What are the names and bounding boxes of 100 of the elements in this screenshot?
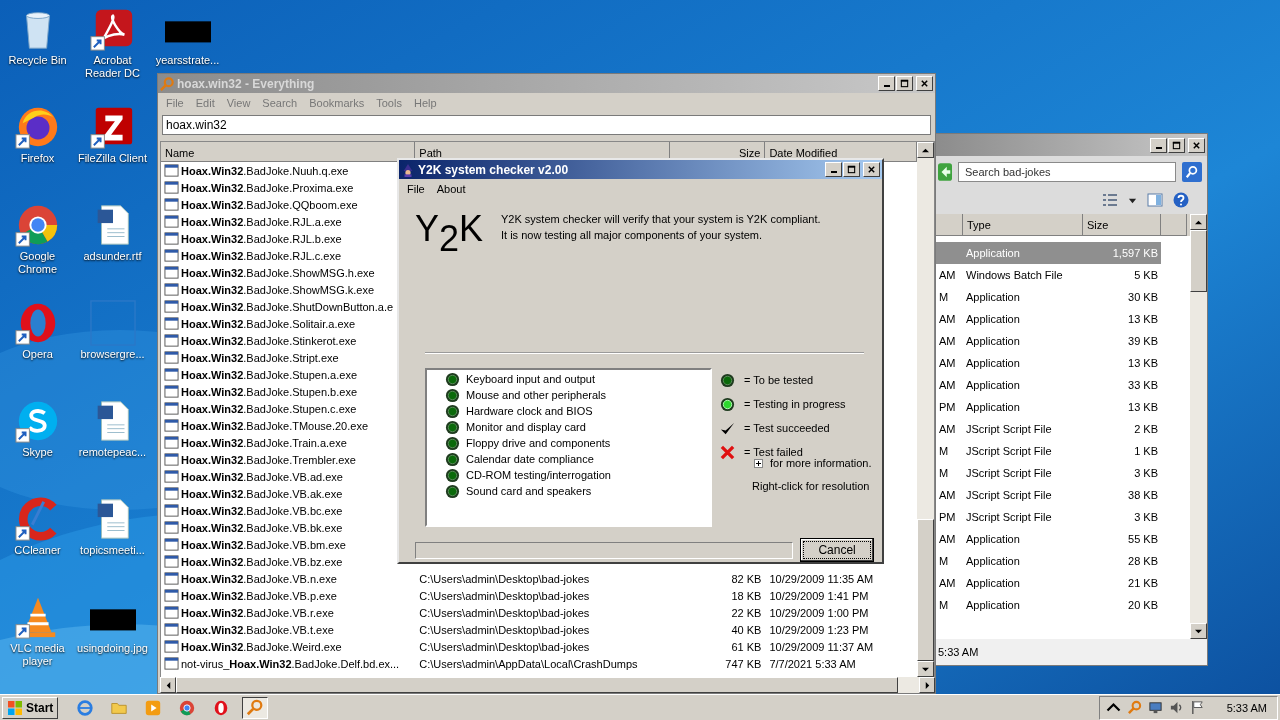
table-cell: C:\Users\admin\Desktop\bad-jokes — [419, 640, 590, 653]
desktop-icon-label[interactable]: topicsmeeti... — [80, 544, 145, 557]
file-name[interactable]: Hoax.Win32.BadJoke.Stupen.a.exe — [181, 368, 357, 381]
file-name[interactable]: Hoax.Win32.BadJoke.Weird.exe — [181, 640, 342, 653]
test-item[interactable]: Hardware clock and BIOS — [466, 405, 593, 417]
menu-item[interactable]: File — [401, 183, 431, 195]
file-row[interactable]: AM Windows Batch File 5 KB — [936, 264, 1161, 286]
column-header[interactable]: Size — [1083, 214, 1161, 236]
file-name[interactable]: Hoax.Win32.BadJoke.Trembler.exe — [181, 453, 356, 466]
desktop-icon-label[interactable]: adsunder.rtf — [83, 250, 142, 263]
file-row[interactable]: AM Application 39 KB — [936, 330, 1161, 352]
file-name[interactable]: Hoax.Win32.BadJoke.VB.bm.exe — [181, 538, 346, 551]
test-list[interactable] — [425, 368, 712, 527]
description-text: It is now testing all major components of your system. — [501, 229, 764, 241]
start-button[interactable]: Start — [2, 696, 59, 719]
maximize-button[interactable] — [843, 162, 860, 177]
scroll-arrow-icon[interactable] — [1195, 218, 1202, 226]
test-item[interactable]: Calendar date compliance — [466, 453, 594, 465]
file-name[interactable]: Hoax.Win32.BadJoke.ShowMSG.h.exe — [181, 266, 375, 279]
back-arrow-icon[interactable] — [938, 163, 952, 181]
scrollbar[interactable] — [917, 142, 934, 677]
help-icon[interactable] — [1173, 192, 1189, 208]
file-name[interactable]: Hoax.Win32.BadJoke.Stupen.c.exe — [181, 402, 357, 415]
search-button[interactable] — [1182, 162, 1202, 182]
file-row[interactable]: AM Application 21 KB — [936, 572, 1161, 594]
file-name[interactable]: Hoax.Win32.BadJoke.Train.a.exe — [181, 436, 347, 449]
file-name[interactable]: Hoax.Win32.BadJoke.VB.bc.exe — [181, 504, 343, 517]
file-row[interactable]: M Application 20 KB — [936, 594, 1161, 616]
file-name[interactable]: Hoax.Win32.BadJoke.VB.bz.exe — [181, 555, 343, 568]
file-row[interactable]: PM JScript Script File 3 KB — [936, 506, 1161, 528]
file-name[interactable]: Hoax.Win32.BadJoke.Stript.exe — [181, 351, 339, 364]
close-button[interactable] — [863, 162, 880, 177]
file-row[interactable]: M Application 28 KB — [936, 550, 1161, 572]
scroll-arrow-icon[interactable] — [1195, 627, 1202, 635]
scrollbar[interactable] — [1190, 214, 1207, 639]
file-name[interactable]: Hoax.Win32.BadJoke.VB.r.exe — [181, 606, 334, 619]
file-name[interactable]: Hoax.Win32.BadJoke.Proxima.exe — [181, 181, 354, 194]
desktop-icon-label[interactable]: Google Chrome — [0, 250, 75, 276]
file-row[interactable]: AM Application 13 KB — [936, 352, 1161, 374]
file-name[interactable]: Hoax.Win32.BadJoke.Nuuh.q.exe — [181, 164, 349, 177]
file-name[interactable]: Hoax.Win32.BadJoke.QQboom.exe — [181, 198, 358, 211]
view-list-icon[interactable] — [1102, 192, 1118, 208]
file-name[interactable]: Hoax.Win32.BadJoke.VB.t.exe — [181, 623, 334, 636]
file-name[interactable]: not-virus_Hoax.Win32.BadJoke.Delf.bd.ex... — [181, 657, 400, 670]
file-row[interactable]: AM Application 13 KB — [936, 308, 1161, 330]
file-name[interactable]: Hoax.Win32.BadJoke.Stupen.b.exe — [181, 385, 357, 398]
file-name[interactable]: Hoax.Win32.BadJoke.Stinkerot.exe — [181, 334, 357, 347]
file-row[interactable]: M JScript Script File 1 KB — [936, 440, 1161, 462]
file-name[interactable]: Hoax.Win32.BadJoke.RJL.c.exe — [181, 249, 342, 262]
desktop-icon-label[interactable]: Acrobat Reader DC — [75, 54, 150, 80]
desktop-icon-label[interactable]: Firefox — [20, 152, 55, 165]
scroll-thumb[interactable] — [917, 519, 934, 661]
file-name[interactable]: Hoax.Win32.BadJoke.RJL.b.exe — [181, 232, 342, 245]
menu-item[interactable]: About — [430, 183, 472, 195]
desktop-icon-label[interactable]: remotepeac... — [78, 446, 147, 459]
desktop-icon-label[interactable]: yearsstrate... — [155, 54, 220, 67]
file-row[interactable]: AM JScript Script File 2 KB — [936, 418, 1161, 440]
column-header[interactable]: Type — [963, 214, 1083, 236]
search-app-button[interactable] — [242, 696, 269, 719]
test-item[interactable]: Mouse and other peripherals — [466, 389, 607, 401]
file-row[interactable]: M JScript Script File 3 KB — [936, 462, 1161, 484]
test-item[interactable]: Monitor and display card — [466, 421, 586, 433]
file-name[interactable]: Hoax.Win32.BadJoke.Solitair.a.exe — [181, 317, 356, 330]
desktop-icon-label[interactable]: browsergre... — [80, 348, 145, 361]
test-item[interactable]: CD-ROM testing/interrogation — [466, 469, 611, 481]
scroll-arrow-icon[interactable] — [164, 681, 172, 689]
file-name[interactable]: Hoax.Win32.BadJoke.VB.ak.exe — [181, 487, 343, 500]
file-name[interactable]: Hoax.Win32.BadJoke.RJL.a.exe — [181, 215, 342, 228]
flag-icon[interactable] — [1189, 700, 1205, 715]
file-row[interactable]: PM Application 13 KB — [936, 396, 1161, 418]
desktop-icon-label[interactable]: FileZilla Client — [77, 152, 148, 165]
desktop-icon-label[interactable]: Opera — [22, 348, 53, 361]
search-field[interactable]: hoax.win32 — [162, 115, 931, 135]
file-row[interactable]: AM JScript Script File 38 KB — [936, 484, 1161, 506]
file-row[interactable]: AM Application 55 KB — [936, 528, 1161, 550]
scroll-arrow-icon[interactable] — [922, 146, 929, 154]
volume-icon[interactable] — [1168, 700, 1184, 715]
file-name[interactable]: Hoax.Win32.BadJoke.ShowMSG.k.exe — [181, 283, 375, 296]
file-name[interactable]: Hoax.Win32.BadJoke.VB.p.exe — [181, 589, 337, 602]
file-name[interactable]: Hoax.Win32.BadJoke.VB.n.exe — [181, 572, 337, 585]
file-name[interactable]: Hoax.Win32.BadJoke.VB.ad.exe — [181, 470, 343, 483]
scroll-thumb[interactable] — [1190, 230, 1207, 292]
file-name[interactable]: Hoax.Win32.BadJoke.VB.bk.exe — [181, 521, 343, 534]
column-header[interactable]: Name — [161, 142, 416, 162]
desktop-icon-label[interactable]: CCleaner — [14, 544, 61, 557]
file-row[interactable]: M Application 30 KB — [936, 286, 1161, 308]
clock[interactable]: 5:33 AM — [1226, 701, 1267, 714]
cancel-button[interactable]: Cancel — [800, 538, 874, 562]
file-row[interactable]: AM Application 33 KB — [936, 374, 1161, 396]
test-item[interactable]: Floppy drive and components — [466, 437, 611, 449]
desktop-icon-label[interactable]: Skype — [22, 446, 53, 459]
minimize-button[interactable] — [825, 162, 842, 177]
desktop-icon-label[interactable]: Recycle Bin — [8, 54, 67, 67]
column-header[interactable] — [1161, 214, 1187, 236]
search-field[interactable]: Search bad-jokes — [958, 162, 1176, 182]
test-item[interactable]: Keyboard input and output — [466, 373, 596, 385]
network-icon[interactable] — [1147, 700, 1163, 715]
file-name[interactable]: Hoax.Win32.BadJoke.ShutDownButton.a.e — [181, 300, 394, 313]
test-item[interactable]: Sound card and speakers — [466, 485, 592, 497]
file-name[interactable]: Hoax.Win32.BadJoke.TMouse.20.exe — [181, 419, 368, 432]
